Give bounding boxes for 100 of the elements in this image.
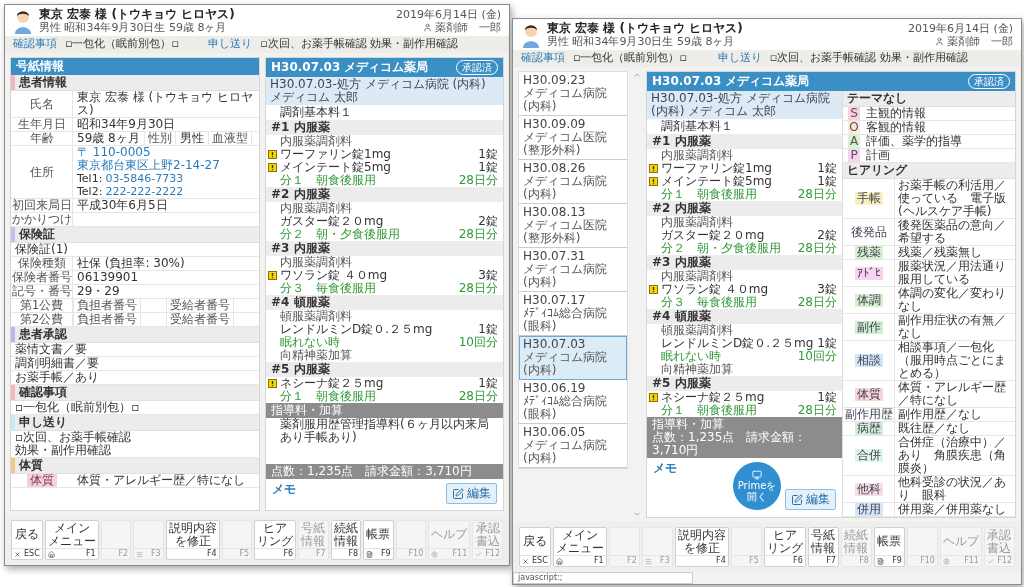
field-label: 受給者番号 bbox=[166, 299, 234, 312]
postal-code-link[interactable]: 〒 110-0005 bbox=[77, 146, 255, 159]
section-title: 保険証 bbox=[18, 227, 56, 242]
dosage-text: 眠れない時 bbox=[280, 336, 340, 349]
function-key-button[interactable]: 続紙 情報 F8 bbox=[330, 520, 362, 560]
address-link[interactable]: 東京都台東区上野2-14-27 bbox=[77, 159, 255, 172]
info-text: 調剤明細書／要 bbox=[11, 357, 259, 371]
function-key-button[interactable]: 戻る ESC bbox=[519, 527, 551, 567]
hearing-text: 後発医薬品の意向／希望する bbox=[897, 219, 1007, 245]
hearing-text: 体質・アレルギー歴／特になし bbox=[897, 381, 1007, 407]
dosage-amount: 28日分 bbox=[797, 404, 837, 417]
function-key-button[interactable]: 説明内容 を修正 F4 bbox=[674, 527, 729, 567]
close-icon bbox=[522, 557, 529, 565]
guidance-text: 薬剤服用歴管理指導料(６ヶ月以内来局あり手帳あり) bbox=[279, 418, 490, 444]
hearing-tag: 残薬 bbox=[854, 246, 883, 259]
memo-link[interactable]: メモ bbox=[272, 483, 296, 496]
history-item[interactable]: H30.08.13 メディコム医院 (整形外科) bbox=[519, 204, 627, 248]
memo-link[interactable]: メモ bbox=[653, 462, 677, 475]
function-key-button[interactable]: ヒア リング F6 bbox=[254, 520, 297, 560]
section-title: ヒアリング bbox=[846, 163, 909, 178]
field-value: 東京 宏泰 様 (トウキョウ ヒロヤス) bbox=[76, 91, 254, 117]
note-link[interactable]: 確認事項 bbox=[521, 51, 565, 64]
hearing-tag: 手帳 bbox=[854, 192, 883, 205]
dosage-text: 分３ 毎食後服用 bbox=[280, 282, 376, 295]
hearing-tag: 併用 bbox=[854, 503, 883, 516]
function-key-button[interactable]: 帳票 F9 bbox=[363, 520, 394, 560]
field-label: 保険種類 bbox=[11, 257, 73, 270]
note-link[interactable]: 確認事項 bbox=[13, 37, 57, 50]
field-label: 受給者番号 bbox=[166, 313, 234, 326]
function-key-button[interactable]: メイン メニュー F1 bbox=[552, 527, 607, 567]
edit-icon bbox=[452, 487, 464, 500]
drug-quantity: 1錠 bbox=[817, 337, 837, 350]
history-item[interactable]: H30.07.31 メディコム病院 (内科) bbox=[519, 248, 627, 292]
hearing-tag: 他科 bbox=[854, 482, 883, 496]
category-tag: 体質 bbox=[27, 474, 57, 487]
dosage-amount: 28日分 bbox=[458, 228, 498, 241]
function-key-button[interactable]: 説明内容 を修正 F4 bbox=[165, 520, 220, 560]
hearing-text: お薬手帳の利活用／使っている 電子版(ヘルスケア手帳) bbox=[897, 179, 1007, 218]
soap-text: 客観的情報 bbox=[866, 121, 926, 134]
drug-name: レンドルミンD錠０.２５mg bbox=[280, 323, 434, 336]
note-link[interactable]: 申し送り bbox=[717, 51, 762, 64]
dosage-text: 分２ 朝・夕食後服用 bbox=[661, 242, 781, 255]
field-value: 06139901 bbox=[76, 271, 140, 284]
drug-name: ガスター錠２０mg bbox=[661, 229, 765, 242]
function-key-button[interactable]: 帳票 F9 bbox=[873, 527, 905, 567]
history-item[interactable]: H30.08.26 メディコム病院 (内科) bbox=[519, 160, 627, 204]
user-icon bbox=[423, 22, 432, 32]
dosage-amount: 28日分 bbox=[458, 174, 498, 187]
soap-text: 計画 bbox=[866, 149, 890, 162]
field-label: 保険者番号 bbox=[11, 271, 73, 284]
field-label: 第2公費 bbox=[11, 313, 73, 326]
history-item[interactable]: H30.06.05 メディコム病院 (内科) bbox=[519, 424, 627, 468]
prime-button[interactable]: Primeを開く bbox=[733, 462, 781, 510]
fee-text: 調剤基本料１ bbox=[279, 105, 353, 120]
edit-icon bbox=[791, 493, 803, 506]
group-heading: #1 内服薬 bbox=[266, 120, 503, 135]
phone-link[interactable]: 03-5846-7733 bbox=[105, 172, 184, 185]
section-title: 体質 bbox=[18, 458, 44, 473]
field-value: 体質・アレルギー歴／特になし bbox=[76, 474, 246, 487]
edit-button[interactable]: 編集 bbox=[446, 483, 497, 504]
function-key-button[interactable]: メイン メニュー F1 bbox=[44, 520, 99, 560]
note-link[interactable]: 申し送り bbox=[208, 37, 253, 50]
hearing-tag: 後発品 bbox=[848, 225, 889, 239]
user-icon bbox=[935, 36, 944, 46]
field-value: 昭和34年9月30日 bbox=[76, 118, 177, 131]
field-label: 初回来局日 bbox=[11, 199, 73, 212]
soap-text: 評価、薬学的指導 bbox=[866, 135, 962, 148]
menu-icon bbox=[644, 557, 652, 565]
function-key-button[interactable]: ヒア リング F6 bbox=[763, 527, 806, 567]
hearing-tag: 体質 bbox=[854, 387, 883, 401]
drug-quantity: 1錠 bbox=[817, 391, 837, 404]
history-item[interactable]: H30.06.19 ﾒﾃﾞｨｺﾑ総合病院 (眼科) bbox=[519, 380, 627, 424]
dosage-text: 眠れない時 bbox=[661, 350, 721, 363]
function-key-button[interactable]: 号紙 情報 F7 bbox=[807, 527, 839, 567]
history-item[interactable]: H30.09.09 メディコム医院 (整形外科) bbox=[519, 116, 627, 160]
dosage-text: 分１ 朝食後服用 bbox=[280, 390, 376, 403]
hearing-tag: 副作用歴 bbox=[842, 408, 895, 421]
drug-name: ワソラン錠 ４０mg bbox=[280, 269, 389, 282]
function-key-button[interactable]: 戻る ESC bbox=[11, 520, 43, 560]
phone-label: Tel2: bbox=[77, 185, 103, 198]
phone-link[interactable]: 222-222-2222 bbox=[105, 185, 184, 198]
history-item[interactable]: H30.07.03 メディコム病院 (内科) bbox=[519, 336, 627, 380]
prescription-source: H30.07.03-処方 メディコム病院 (内科) メディコム 太郎 bbox=[266, 77, 503, 105]
drug-quantity: 1錠 bbox=[817, 175, 837, 188]
history-item[interactable]: H30.07.17 ﾒﾃﾞｨｺﾑ総合病院 (眼科) bbox=[519, 292, 627, 336]
hearing-text: 既往歴／なし bbox=[897, 422, 971, 435]
section-title: 患者承認 bbox=[18, 327, 68, 342]
drug-quantity: 2錠 bbox=[478, 215, 498, 228]
hearing-text: 残薬／残薬無し bbox=[897, 246, 983, 259]
hearing-tag: 体調 bbox=[854, 293, 883, 307]
history-item[interactable]: H30.09.23 メディコム病院 (内科) bbox=[519, 72, 627, 116]
group-heading: #2 内服薬 bbox=[266, 187, 503, 202]
edit-button[interactable]: 編集 bbox=[785, 489, 836, 510]
field-value: 男性 bbox=[178, 132, 205, 145]
hearing-text: 副作用症状の有無／なし bbox=[897, 314, 1007, 340]
group-heading: #5 内服薬 bbox=[266, 362, 503, 377]
info-text: 効果・副作用確認 bbox=[15, 444, 112, 457]
section-title: テーマなし bbox=[846, 91, 908, 106]
dosage-text: 分１ 朝食後服用 bbox=[661, 188, 757, 201]
drug-name: ガスター錠２０mg bbox=[280, 215, 384, 228]
